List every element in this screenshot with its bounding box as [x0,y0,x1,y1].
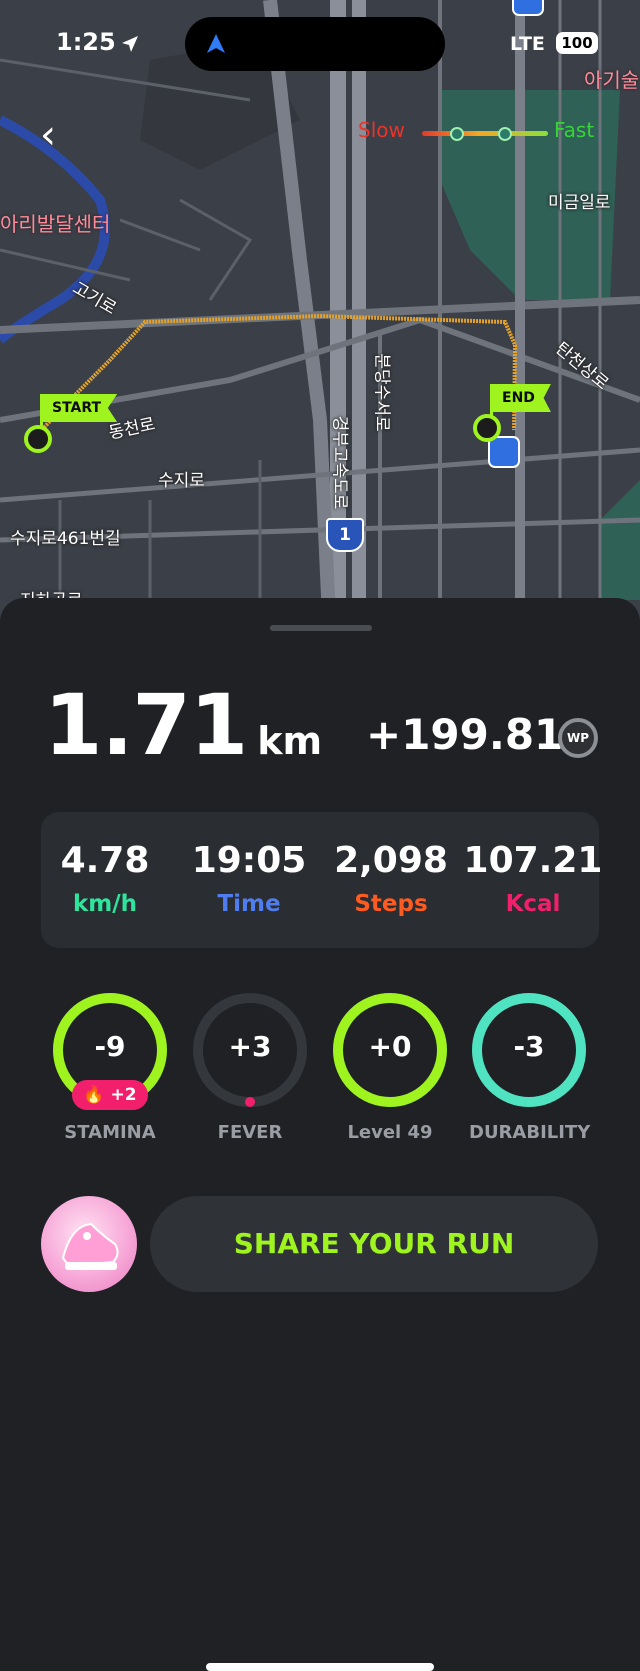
ring-stamina[interactable]: -9 🔥 +2 STAMINA [50,990,170,1143]
stat-time: 19:05 Time [179,840,319,917]
share-run-button[interactable]: SHARE YOUR RUN [150,1196,598,1292]
start-flag: START [40,394,118,422]
stat-value: 19:05 [191,840,307,881]
back-chevron-icon[interactable]: ‹ [40,115,56,155]
start-pin-icon [24,425,52,453]
stat-label: Steps [354,891,428,917]
stat-value: 107.21 [463,840,603,881]
location-arrow-icon [122,36,138,52]
stat-label: Time [217,891,281,917]
road-label: 수지로461번길 [10,529,121,549]
speed-knob-high [498,127,512,141]
fever-dot [245,1097,255,1107]
road-label: 미금일로 [548,193,611,213]
wp-token-icon: WP [558,718,598,758]
ring-label: DURABILITY [469,1122,591,1143]
road-label: 분당수서로 [371,353,392,432]
stat-value: 4.78 [60,840,150,881]
network-type: LTE [510,33,545,55]
sheet-grabber[interactable] [270,625,372,631]
road-label: 경부고속도로 [329,415,350,510]
speed-knob-low [450,127,464,141]
poi-label: 아리발달센터 [0,212,111,236]
ring-value: +0 [368,1030,412,1063]
stat-label: km/h [72,891,138,917]
distance-unit: km [257,719,323,763]
ring-value: -3 [513,1030,545,1063]
stamina-bonus-badge: 🔥 +2 [72,1080,148,1110]
stat-steps: 2,098 Steps [321,840,461,917]
stat-value: 2,098 [334,840,448,881]
road-label: 수지로 [158,471,205,491]
ring-label: Level 49 [347,1122,433,1143]
sneaker-icon [61,1222,119,1270]
battery-indicator: 100 [556,32,598,54]
distance: 1.71 km [44,676,322,774]
ring-label: STAMINA [64,1122,156,1143]
end-pin-icon [473,414,501,442]
end-flag: END [490,384,551,412]
stat-label: Kcal [505,891,561,917]
legend-fast: Fast [554,118,595,142]
status-time: 1:25 [56,28,116,56]
stats-panel: 4.78 km/h 19:05 Time 2,098 Steps 107.21 … [41,812,602,948]
ring-durability[interactable]: -3 DURABILITY [469,990,591,1143]
highway-number: 1 [339,525,351,545]
ring-value: +3 [228,1030,272,1063]
ring-level[interactable]: +0 Level 49 [330,990,450,1143]
highway-shield-icon: 1 [326,518,364,552]
route-map[interactable]: 아리발달센터 아기술 미금일로 고기로 탄천상로 동천로 분당수서로 경부고속도… [0,0,640,640]
subway-station-icon[interactable] [488,436,520,468]
legend-slow: Slow [358,118,405,142]
speed-legend: Slow Fast [358,118,608,150]
ring-label: FEVER [217,1122,283,1143]
ring-value: -9 [94,1030,126,1063]
distance-value: 1.71 [44,676,248,774]
stat-kcal: 107.21 Kcal [463,840,603,917]
points-earned: +199.81 [366,710,564,759]
status-bar: 1:25 LTE 100 [0,0,640,90]
home-indicator [206,1663,434,1671]
stat-speed: 4.78 km/h [35,840,175,917]
sneaker-avatar[interactable] [41,1196,137,1292]
dynamic-island[interactable] [185,17,445,71]
speed-gradient-bar [422,131,548,136]
navigation-arrow-icon [207,34,225,53]
ring-fever[interactable]: +3 FEVER [190,990,310,1143]
run-summary-sheet: 1.71 km +199.81 WP 4.78 km/h 19:05 Time 2… [0,598,640,1671]
